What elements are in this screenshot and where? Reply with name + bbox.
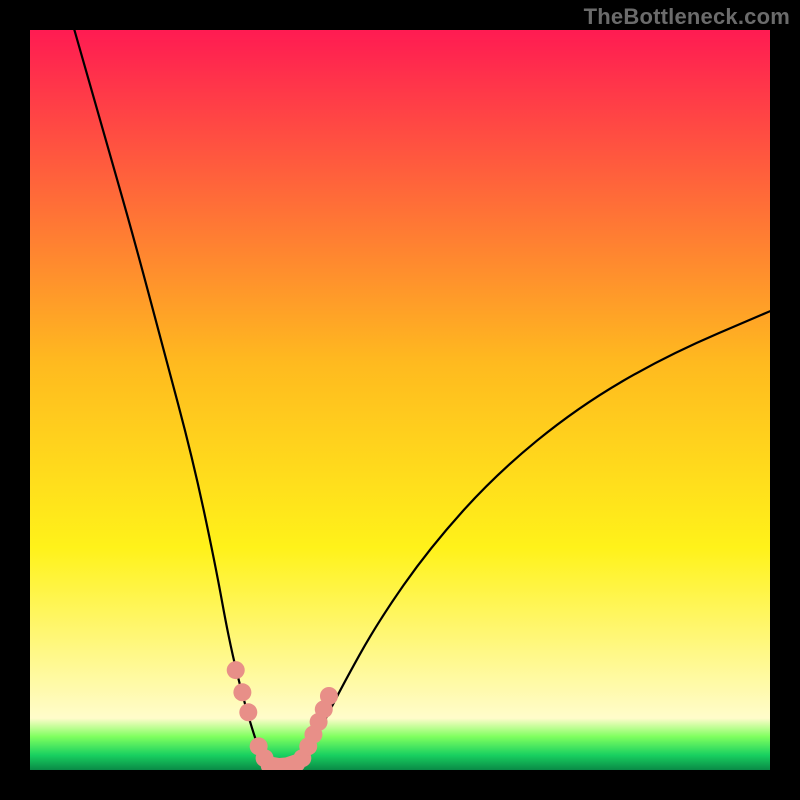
chart-background [30, 30, 770, 770]
chart-plot-area [30, 30, 770, 770]
marker-left-0 [227, 661, 245, 679]
marker-left-1 [233, 683, 251, 701]
outer-frame: TheBottleneck.com [0, 0, 800, 800]
watermark-text: TheBottleneck.com [584, 4, 790, 30]
marker-left-2 [239, 703, 257, 721]
chart-svg [30, 30, 770, 770]
marker-trough [270, 763, 297, 767]
marker-right-5 [320, 687, 338, 705]
